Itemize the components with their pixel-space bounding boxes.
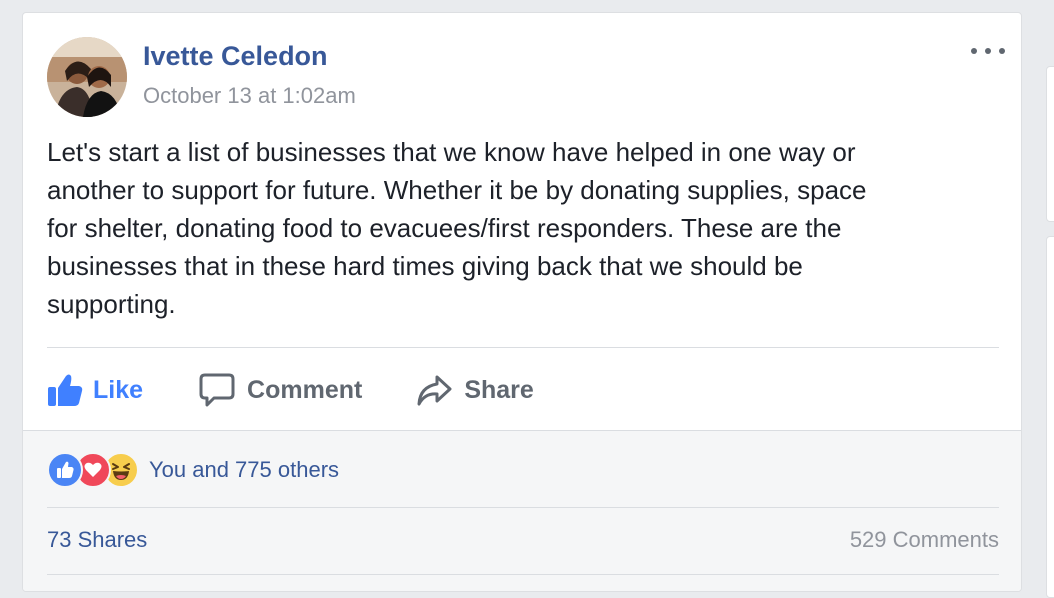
share-arrow-icon	[417, 375, 452, 406]
share-label: Share	[464, 375, 534, 404]
like-reaction-icon	[47, 452, 83, 488]
author-avatar[interactable]	[47, 37, 127, 117]
comments-count[interactable]: 529 Comments	[850, 527, 999, 553]
reactions-summary[interactable]: You and 775 others	[47, 452, 339, 488]
post-card: Ivette Celedon October 13 at 1:02am Let'…	[22, 12, 1022, 592]
dot	[999, 48, 1005, 54]
comment-button[interactable]: Comment	[199, 373, 362, 407]
comment-bubble-icon	[199, 373, 235, 407]
author-name[interactable]: Ivette Celedon	[143, 41, 328, 72]
side-card-top	[1046, 66, 1054, 222]
post-text-line: another to support for future. Whether i…	[47, 175, 867, 205]
divider	[47, 574, 999, 575]
post-text-line: for shelter, donating food to evacuees/f…	[47, 213, 842, 243]
shares-count[interactable]: 73 Shares	[47, 527, 147, 553]
more-dots-icon[interactable]	[971, 41, 1005, 61]
like-label: Like	[93, 375, 144, 404]
thumbs-up-icon	[48, 374, 83, 406]
dot	[985, 48, 991, 54]
post-footer: You and 775 others 73 Shares 529 Comment…	[23, 430, 1021, 591]
divider	[47, 347, 999, 348]
post-timestamp[interactable]: October 13 at 1:02am	[143, 83, 356, 109]
like-button[interactable]: Like	[47, 373, 143, 407]
avatar-photo	[47, 37, 127, 117]
post-text-line: businesses that in these hard times givi…	[47, 251, 803, 281]
divider	[47, 507, 999, 508]
action-bar: Like Comment Share	[47, 365, 534, 415]
post-body: Let's start a list of businesses that we…	[47, 133, 1007, 323]
side-card-bottom	[1046, 236, 1054, 598]
share-button[interactable]: Share	[416, 373, 534, 407]
reactions-count[interactable]: You and 775 others	[149, 457, 339, 483]
dot	[971, 48, 977, 54]
comment-label: Comment	[247, 375, 363, 404]
post-text-line: Let's start a list of businesses that we…	[47, 137, 856, 167]
post-text-line: supporting.	[47, 289, 176, 319]
